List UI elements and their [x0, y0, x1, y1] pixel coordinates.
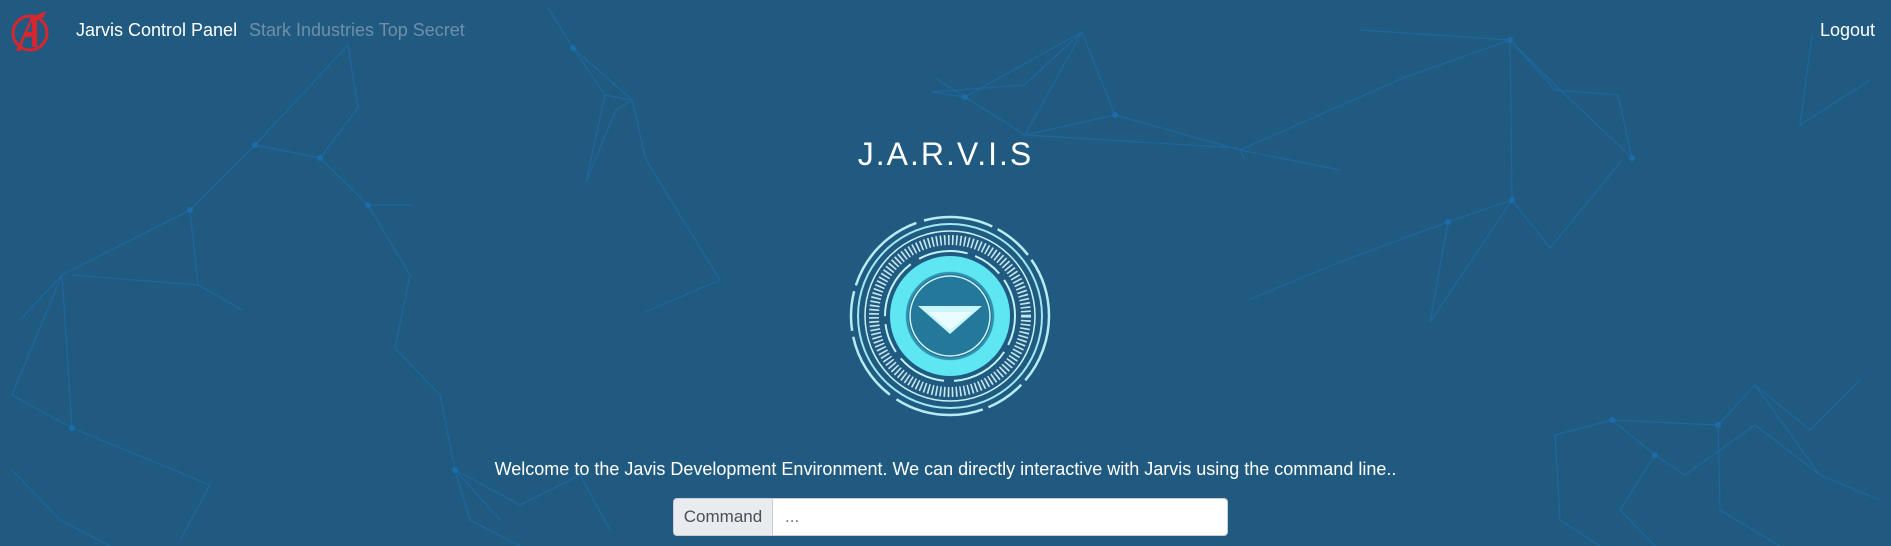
arc-reactor-icon	[849, 215, 1051, 417]
welcome-message: Welcome to the Javis Development Environ…	[494, 459, 1397, 479]
app-subtitle: Stark Industries Top Secret	[249, 20, 465, 40]
command-label: Command	[673, 498, 772, 536]
avengers-logo-icon[interactable]	[10, 9, 52, 55]
top-navbar: Jarvis Control Panel Stark Industries To…	[0, 0, 1891, 62]
command-input[interactable]	[772, 498, 1228, 536]
page-title: J.A.R.V.I.S	[857, 136, 1034, 172]
logout-link[interactable]: Logout	[1820, 20, 1875, 41]
app-title[interactable]: Jarvis Control Panel	[76, 20, 237, 41]
command-input-group: Command	[673, 498, 1228, 536]
page: Jarvis Control Panel Stark Industries To…	[0, 0, 1891, 546]
